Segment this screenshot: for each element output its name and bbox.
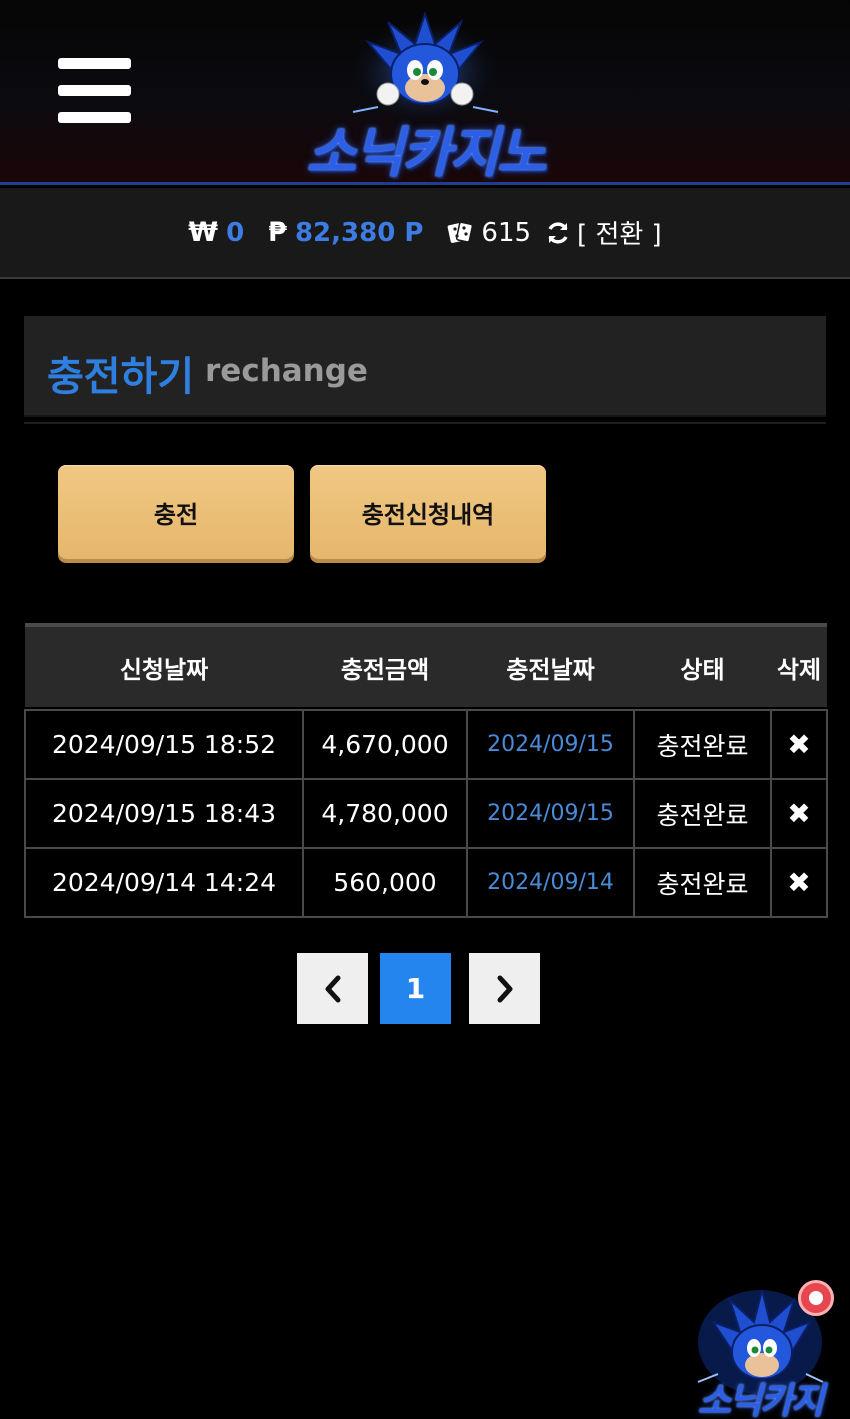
header-request-date: 신청날짜 (119, 655, 209, 684)
balance-bar: ₩ 0 ₱ 82,380 P 615 [ 전환 ] (0, 188, 850, 279)
switch-button[interactable]: [ 전환 ] (537, 214, 662, 251)
won-icon: ₩ (188, 217, 219, 248)
delete-icon[interactable]: ✖ (770, 709, 828, 780)
request-date-cell: 2024/09/14 14:24 (24, 847, 304, 918)
amount-cell: 560,000 (302, 847, 468, 918)
delete-icon[interactable]: ✖ (770, 847, 828, 918)
table-row: 2024/09/15 18:43 4,780,000 2024/09/15 충전… (24, 778, 828, 849)
chevron-left-icon (325, 975, 340, 1002)
header-status: 상태 (680, 655, 725, 684)
page-title-box: 충전하기 rechange (24, 316, 826, 417)
site-header: 소닉카지노 (0, 0, 850, 185)
sonic-mascot-icon (345, 12, 505, 122)
charge-history-table: 신청날짜 충전금액 충전날짜 상태 삭제 2024/09/15 18:52 4,… (24, 623, 828, 918)
divider (24, 422, 826, 424)
charge-date-cell: 2024/09/15 (466, 709, 635, 780)
charge-date-cell: 2024/09/14 (466, 847, 635, 918)
chip-value: 615 (481, 217, 532, 248)
won-balance: ₩ 0 (188, 217, 244, 248)
status-cell: 충전완료 (633, 778, 772, 849)
dice-icon (448, 221, 474, 243)
header-charge-date: 충전날짜 (506, 655, 595, 684)
amount-cell: 4,670,000 (302, 709, 468, 780)
logo-text: 소닉카지노 (306, 121, 546, 184)
charge-button[interactable]: 충전 (58, 465, 294, 559)
page-number-button[interactable]: 1 (380, 953, 451, 1024)
page-title: 충전하기 (47, 354, 195, 400)
point-icon: ₱ (268, 217, 287, 248)
header-delete: 삭제 (776, 655, 822, 684)
next-page-button[interactable] (469, 953, 540, 1024)
refresh-icon (548, 221, 568, 244)
prev-page-button[interactable] (297, 953, 368, 1024)
point-balance: ₱ 82,380 P (268, 217, 423, 248)
page-subtitle: rechange (205, 353, 368, 389)
request-date-cell: 2024/09/15 18:43 (24, 778, 304, 849)
chevron-right-icon (497, 975, 512, 1002)
hamburger-menu-icon[interactable] (58, 58, 131, 124)
charge-date-cell: 2024/09/15 (466, 778, 635, 849)
switch-label: [ 전환 ] (577, 220, 662, 250)
header-amount: 충전금액 (340, 655, 430, 684)
status-cell: 충전완료 (633, 847, 772, 918)
won-value: 0 (226, 217, 245, 248)
table-header-row: 신청날짜 충전금액 충전날짜 상태 삭제 (25, 625, 827, 707)
record-icon[interactable] (798, 1280, 834, 1316)
floating-logo-text: 소닉카지 (697, 1381, 824, 1419)
status-cell: 충전완료 (633, 709, 772, 780)
table-row: 2024/09/14 14:24 560,000 2024/09/14 충전완료… (24, 847, 828, 918)
chip-balance: 615 [ 전환 ] (447, 214, 662, 251)
site-logo[interactable]: 소닉카지노 (283, 12, 568, 184)
delete-icon[interactable]: ✖ (770, 778, 828, 849)
point-value: 82,380 P (294, 217, 424, 248)
table-row: 2024/09/15 18:52 4,670,000 2024/09/15 충전… (24, 709, 828, 780)
request-date-cell: 2024/09/15 18:52 (24, 709, 304, 780)
amount-cell: 4,780,000 (302, 778, 468, 849)
charge-history-button[interactable]: 충전신청내역 (310, 465, 546, 559)
